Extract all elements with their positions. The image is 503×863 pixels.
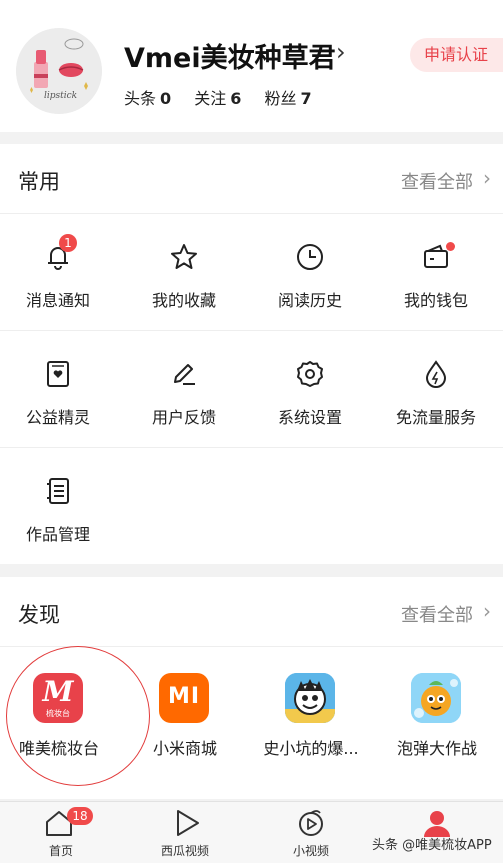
pen-icon: [169, 359, 199, 389]
mi-app-icon: MI: [159, 673, 209, 723]
small-video-icon: [296, 808, 326, 838]
nav-label: 西瓜视频: [160, 844, 209, 858]
lipstick-avatar-illustration: [16, 28, 102, 114]
stat-toutiao[interactable]: 头条 0: [124, 89, 171, 108]
grid-item-label: 公益精灵: [25, 408, 90, 427]
common-row: 作品管理: [0, 448, 503, 564]
bubble-game-icon: [411, 673, 461, 723]
chevron-right-icon[interactable]: ›: [483, 166, 491, 190]
grid-item-label: 用户反馈: [151, 408, 216, 427]
wallet-dot-badge: [446, 242, 455, 251]
common-section: 常用 查看全部 › 1 消息通知 我的收藏 阅读历史 我的钱包 公益精灵 用户反…: [0, 144, 503, 564]
app-item-cartoon-game[interactable]: 史小坑的爆...: [252, 669, 378, 789]
cartoon-game-icon: [285, 673, 335, 723]
nav-item-xigua[interactable]: 西瓜视频: [124, 802, 250, 863]
nav-item-home[interactable]: 18 首页: [0, 802, 126, 863]
view-all-link[interactable]: 查看全部: [401, 601, 473, 627]
grid-item-notifications[interactable]: 1 消息通知: [0, 214, 125, 330]
grid-item-works[interactable]: 作品管理: [0, 448, 125, 564]
discover-section-header: 发现 查看全部 ›: [0, 577, 503, 647]
bottom-nav: 18 首页 西瓜视频 小视频 我的: [0, 801, 503, 863]
grid-item-wallet[interactable]: 我的钱包: [378, 214, 503, 330]
stat-following[interactable]: 关注 6: [194, 89, 241, 108]
gear-icon: [295, 359, 325, 389]
view-all-link[interactable]: 查看全部: [401, 168, 473, 194]
droplet-icon: [421, 359, 451, 389]
highlight-circle: [6, 646, 150, 786]
grid-item-charity[interactable]: 公益精灵: [0, 331, 125, 447]
grid-item-free-data[interactable]: 免流量服务: [378, 331, 503, 447]
app-label: 泡弹大作战: [396, 739, 477, 758]
profile-header: lipstick Vmei美妆种草君 › 头条 0 关注 6 粉丝 7 申请认证: [0, 0, 503, 132]
nav-label: 小视频: [292, 844, 329, 858]
stat-followers[interactable]: 粉丝 7: [265, 89, 312, 108]
home-badge: 18: [67, 807, 93, 825]
grid-item-label: 系统设置: [277, 408, 342, 427]
profile-name[interactable]: Vmei美妆种草君: [124, 36, 336, 75]
clock-icon: [295, 242, 325, 272]
document-icon: [43, 476, 73, 506]
grid-item-label: 作品管理: [25, 525, 90, 544]
chevron-right-icon[interactable]: ›: [336, 38, 346, 66]
app-item-bubble-game[interactable]: 泡弹大作战: [378, 669, 503, 789]
grid-item-label: 我的收藏: [151, 291, 216, 310]
watermark-text: 头条 @唯美梳妆APP: [372, 838, 492, 853]
grid-item-label: 消息通知: [25, 291, 90, 310]
grid-item-label: 免流量服务: [395, 408, 476, 427]
grid-item-settings[interactable]: 系统设置: [252, 331, 377, 447]
section-title: 发现: [18, 603, 60, 627]
nav-item-small-video[interactable]: 小视频: [250, 802, 376, 863]
app-label: 史小坑的爆...: [263, 739, 359, 758]
grid-item-feedback[interactable]: 用户反馈: [126, 331, 251, 447]
common-section-header: 常用 查看全部 ›: [0, 144, 503, 214]
nav-item-mine[interactable]: 我的: [376, 802, 502, 863]
profile-stats: 头条 0 关注 6 粉丝 7: [124, 85, 330, 109]
apply-verify-button[interactable]: 申请认证: [410, 38, 503, 72]
grid-item-label: 我的钱包: [403, 291, 468, 310]
common-row: 1 消息通知 我的收藏 阅读历史 我的钱包: [0, 214, 503, 331]
notification-badge: 1: [59, 234, 77, 252]
section-title: 常用: [18, 170, 60, 194]
grid-item-favorites[interactable]: 我的收藏: [126, 214, 251, 330]
chevron-right-icon[interactable]: ›: [483, 599, 491, 623]
grid-item-history[interactable]: 阅读历史: [252, 214, 377, 330]
star-icon: [169, 242, 199, 272]
avatar-caption: lipstick: [44, 91, 78, 101]
avatar[interactable]: lipstick: [16, 28, 102, 114]
play-icon: [172, 808, 202, 838]
heart-box-icon: [43, 359, 73, 389]
common-row: 公益精灵 用户反馈 系统设置 免流量服务: [0, 331, 503, 448]
grid-item-label: 阅读历史: [277, 291, 342, 310]
nav-label: 首页: [48, 844, 73, 858]
